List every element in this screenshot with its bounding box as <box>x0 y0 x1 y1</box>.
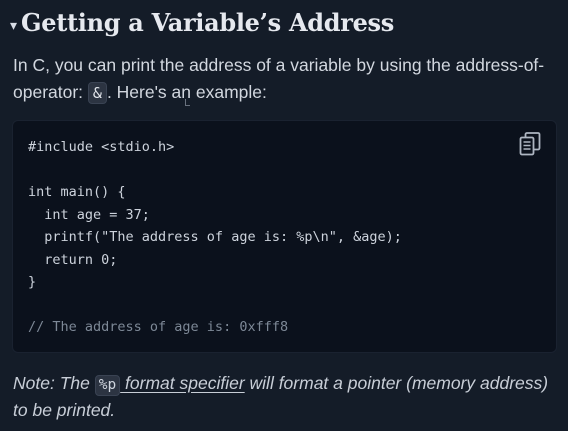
copy-icon <box>519 132 541 156</box>
note-inline-code: %p <box>94 375 121 396</box>
code-line: } <box>28 274 37 290</box>
intro-paragraph: In C, you can print the address of a var… <box>13 52 558 106</box>
code-line: printf("The address of age is: %p\n", &a… <box>28 229 402 245</box>
format-specifier-link[interactable]: %p format specifier <box>94 373 245 396</box>
code-lines: #include <stdio.h> int main() { int age … <box>28 136 402 339</box>
mouse-cursor-icon <box>185 99 190 106</box>
note-link-text: format specifier <box>120 373 245 393</box>
code-block: #include <stdio.h> int main() { int age … <box>12 120 557 353</box>
code-comment-line: // The address of age is: 0xfff8 <box>28 319 289 335</box>
code-line: int main() { <box>28 184 126 200</box>
note-paragraph: Note: The %p format specifier will forma… <box>13 370 558 424</box>
page-title: Getting a Variable’s Address <box>21 8 394 37</box>
code-line: #include <stdio.h> <box>28 139 175 155</box>
note-prefix: Note: The <box>13 373 95 393</box>
collapse-caret-icon[interactable]: ▾ <box>10 18 17 32</box>
section-heading[interactable]: ▾ Getting a Variable’s Address <box>10 8 394 37</box>
code-line: return 0; <box>28 251 118 268</box>
code-line: int age = 37; <box>28 206 150 223</box>
inline-code-ampersand: & <box>87 82 107 104</box>
copy-button[interactable] <box>518 131 542 157</box>
